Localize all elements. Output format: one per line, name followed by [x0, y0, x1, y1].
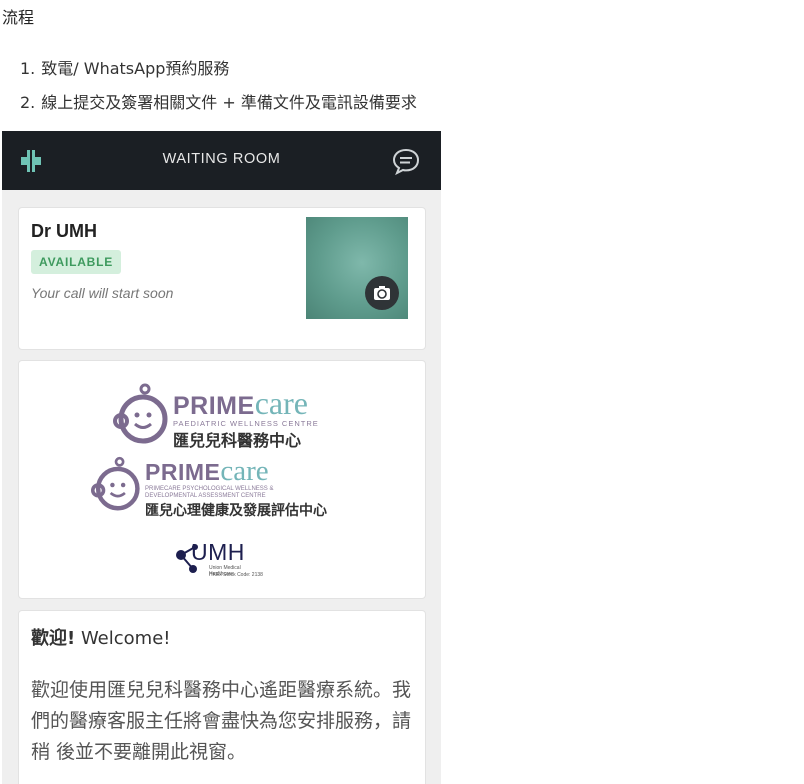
steps-list: 1. 致電/ WhatsApp預約服務 2. 線上提交及簽署相關文件 + 準備文件及… [20, 58, 417, 126]
call-status-text: Your call will start soon [31, 285, 174, 301]
baby-face-icon [91, 456, 140, 511]
app-title: WAITING ROOM [162, 151, 281, 167]
doctor-card: Dr UMH AVAILABLE Your call will start so… [18, 207, 426, 350]
chat-bubble-icon[interactable] [391, 146, 421, 176]
umh-stock-code: HKEx Stock Code: 2138 [209, 572, 263, 578]
brand-care: care [254, 385, 308, 421]
app-top-bar: WAITING ROOM [2, 131, 441, 190]
umh-logo: UMH Union Medical Healthcare HKEx Stock … [173, 539, 263, 581]
switch-camera-button[interactable] [365, 276, 399, 310]
page-heading: 流程 [2, 8, 35, 27]
brand-chinese-name: 匯兒兒科醫務中心 [173, 431, 302, 450]
step-text: 線上提交及簽署相關文件 + 準備文件及電訊設備要求 [41, 93, 417, 112]
primecare-psychological-logo: PRIMEcare PRIMECARE PSYCHOLOGICAL WELLNE… [91, 455, 371, 521]
step-item: 2. 線上提交及簽署相關文件 + 準備文件及電訊設備要求 [20, 92, 417, 126]
step-number: 1. [20, 59, 36, 78]
baby-face-icon [113, 383, 168, 444]
step-number: 2. [20, 93, 36, 112]
app-screenshot: WAITING ROOM Dr UMH AVAILABLE Your call … [2, 131, 441, 784]
step-text: 致電/ WhatsApp預約服務 [41, 59, 230, 78]
welcome-title-cn: 歡迎! [31, 628, 76, 649]
status-badge: AVAILABLE [31, 250, 122, 274]
welcome-title: 歡迎! Welcome! [31, 624, 171, 650]
doctor-name: Dr UMH [31, 221, 97, 241]
welcome-title-en: Welcome! [75, 628, 171, 649]
brand-subtitle: PRIMECARE PSYCHOLOGICAL WELLNESS & [145, 486, 274, 492]
brand-chinese-name: 匯兒心理健康及發展評估中心 [145, 503, 327, 519]
brand-care: care [220, 455, 269, 487]
logos-card: PRIMEcare PAEDIATRIC WELLNESS CENTRE 匯兒兒… [18, 360, 426, 599]
welcome-card: 歡迎! Welcome! 歡迎使用匯兒兒科醫務中心遙距醫療系統。我們的醫療客服主… [18, 610, 426, 784]
camera-switch-icon [374, 286, 390, 300]
primecare-paediatric-logo: PRIMEcare PAEDIATRIC WELLNESS CENTRE 匯兒兒… [113, 383, 343, 450]
brand-prime: PRIME [145, 459, 221, 485]
brand-prime: PRIME [173, 392, 255, 420]
brand-subtitle: DEVELOPMENTAL ASSESSMENT CENTRE [145, 493, 266, 499]
step-item: 1. 致電/ WhatsApp預約服務 [20, 58, 417, 92]
umh-name: UMH [191, 539, 245, 565]
welcome-message: 歡迎使用匯兒兒科醫務中心遙距醫療系統。我們的醫療客服主任將會盡快為您安排服務，請… [31, 679, 412, 763]
